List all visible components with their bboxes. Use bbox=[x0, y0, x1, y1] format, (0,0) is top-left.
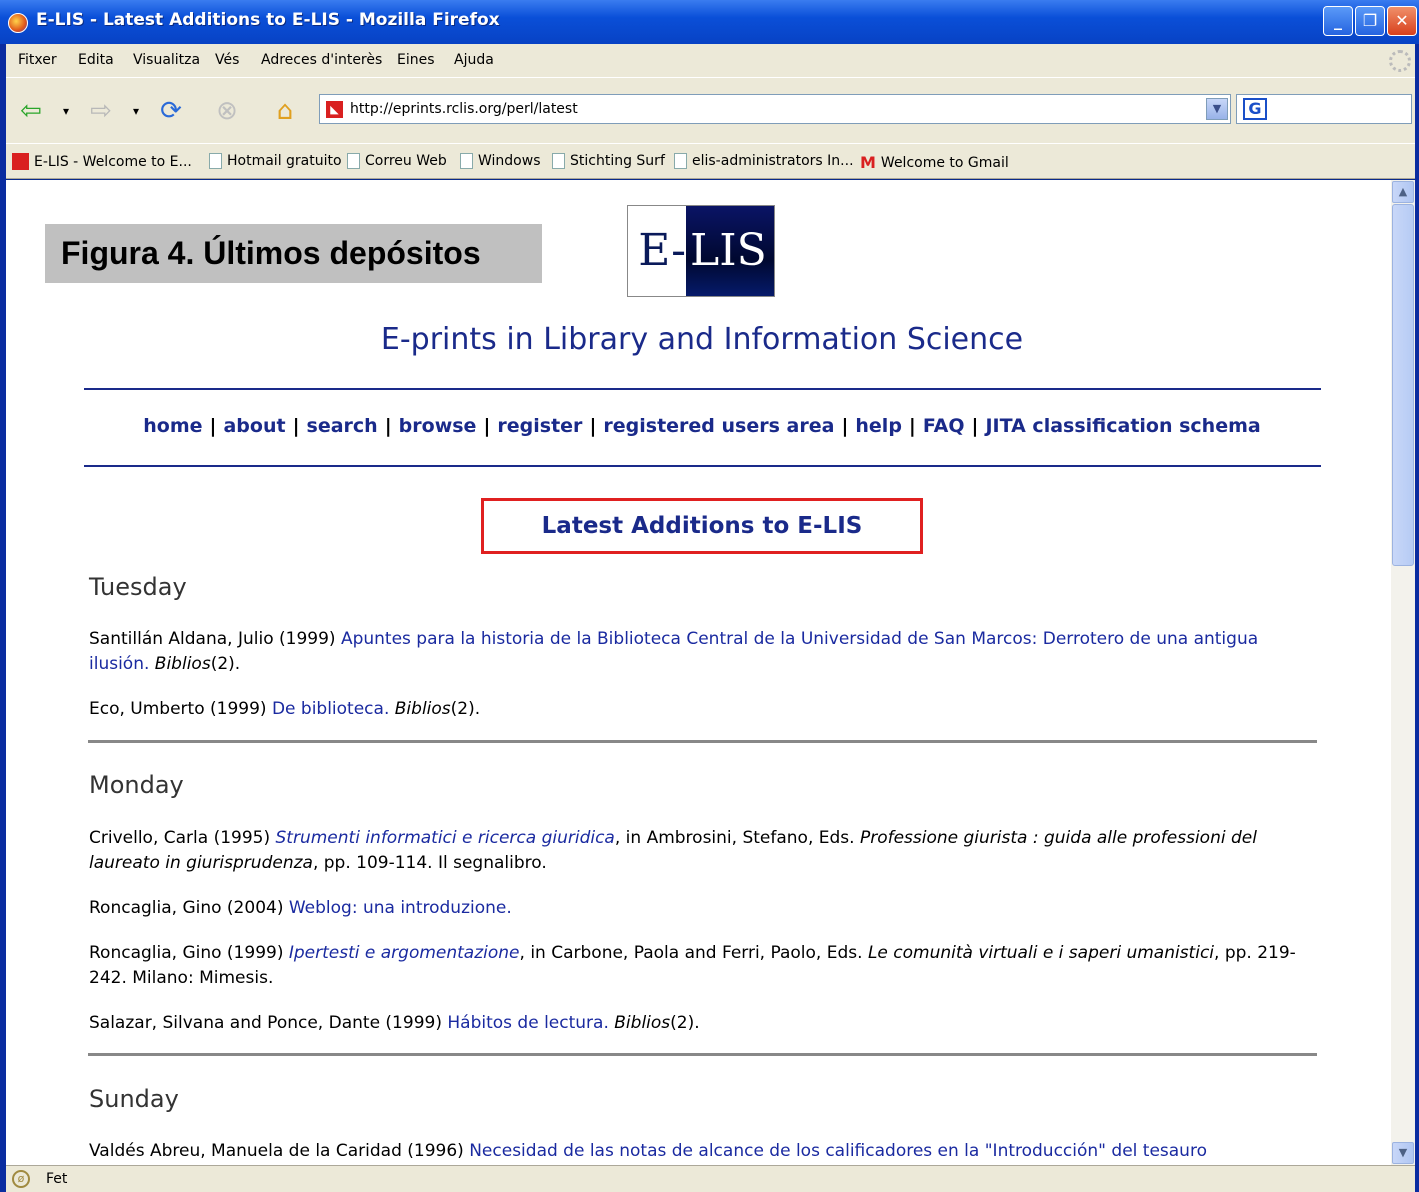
menu-visualitza[interactable]: Visualitza bbox=[133, 52, 200, 68]
entry-link[interactable]: Weblog: una introduzione. bbox=[289, 898, 512, 918]
bookmark-surf[interactable]: Stichting Surf bbox=[552, 153, 665, 169]
scroll-down-icon[interactable]: ▼ bbox=[1392, 1142, 1414, 1164]
forward-dropdown-icon[interactable]: ▾ bbox=[128, 94, 144, 128]
bookmark-hotmail[interactable]: Hotmail gratuito bbox=[209, 153, 342, 169]
gmail-icon: M bbox=[860, 153, 876, 172]
page-icon bbox=[347, 153, 360, 169]
entry-link[interactable]: De biblioteca. bbox=[272, 699, 389, 719]
entry-link[interactable]: Hábitos de lectura. bbox=[447, 1013, 608, 1033]
throbber-icon bbox=[1389, 50, 1411, 72]
list-item: Valdés Abreu, Manuela de la Caridad (199… bbox=[89, 1141, 1207, 1161]
menu-ves[interactable]: Vés bbox=[215, 52, 239, 68]
bookmark-windows[interactable]: Windows bbox=[460, 153, 541, 169]
menu-edita[interactable]: Edita bbox=[78, 52, 114, 68]
nav-registered-users[interactable]: registered users area bbox=[603, 415, 834, 437]
page-heading-box: Latest Additions to E-LIS bbox=[481, 498, 923, 554]
bookmark-gmail[interactable]: M Welcome to Gmail bbox=[860, 153, 1009, 172]
title-bar: E-LIS - Latest Additions to E-LIS - Mozi… bbox=[0, 0, 1419, 44]
google-icon[interactable]: G bbox=[1243, 98, 1267, 120]
nav-browse[interactable]: browse bbox=[399, 415, 477, 437]
nav-search[interactable]: search bbox=[307, 415, 378, 437]
day-heading-tuesday: Tuesday bbox=[89, 573, 187, 601]
url-dropdown-icon[interactable]: ▼ bbox=[1206, 98, 1228, 120]
maximize-button[interactable]: ❐ bbox=[1355, 6, 1385, 36]
entry-link[interactable]: Strumenti informatici e ricerca giuridic… bbox=[276, 828, 615, 848]
reload-icon[interactable]: ⟳ bbox=[154, 94, 188, 128]
back-icon[interactable]: ⇦ bbox=[14, 94, 48, 128]
elis-favicon-icon bbox=[12, 153, 29, 170]
url-input[interactable] bbox=[350, 99, 1190, 119]
bookmark-correu[interactable]: Correu Web bbox=[347, 153, 447, 169]
figure-label: Figura 4. Últimos depósitos bbox=[45, 224, 542, 283]
stop-icon[interactable]: ⊗ bbox=[210, 94, 244, 128]
entry-link[interactable]: Ipertesti e argomentazione bbox=[289, 943, 520, 963]
site-tagline: E-prints in Library and Information Scie… bbox=[380, 322, 1024, 357]
scroll-up-icon[interactable]: ▲ bbox=[1392, 181, 1414, 203]
site-favicon-icon: ◣ bbox=[326, 101, 343, 118]
logo-left-text: E- bbox=[628, 206, 686, 296]
bookmark-elis-admin[interactable]: elis-administrators In... bbox=[674, 153, 854, 169]
bookmark-elis[interactable]: E-LIS - Welcome to E... bbox=[12, 153, 192, 170]
status-icon: ø bbox=[12, 1170, 30, 1188]
menu-fitxer[interactable]: Fitxer bbox=[18, 52, 57, 68]
firefox-icon bbox=[8, 13, 28, 33]
bookmarks-toolbar: E-LIS - Welcome to E... Hotmail gratuito… bbox=[6, 143, 1415, 179]
menu-bar: Fitxer Edita Visualitza Vés Adreces d'in… bbox=[6, 44, 1415, 77]
back-dropdown-icon[interactable]: ▾ bbox=[58, 94, 74, 128]
search-box[interactable]: G bbox=[1236, 94, 1412, 124]
menu-ajuda[interactable]: Ajuda bbox=[454, 52, 494, 68]
list-item: Roncaglia, Gino (2004) Weblog: una intro… bbox=[89, 898, 512, 918]
list-item: Santillán Aldana, Julio (1999) Apuntes p… bbox=[89, 629, 1259, 674]
divider-top bbox=[84, 388, 1321, 390]
elis-logo[interactable]: E- LIS bbox=[627, 205, 775, 297]
home-icon[interactable]: ⌂ bbox=[268, 94, 302, 128]
menu-adreces[interactable]: Adreces d'interès bbox=[261, 52, 382, 68]
nav-help[interactable]: help bbox=[855, 415, 902, 437]
section-divider bbox=[88, 1053, 1317, 1056]
navigation-toolbar: ⇦ ▾ ⇨ ▾ ⟳ ⊗ ⌂ ◣ ▼ G bbox=[6, 77, 1415, 143]
list-item: Crivello, Carla (1995) Strumenti informa… bbox=[89, 828, 1257, 873]
site-nav: home | about | search | browse | register | regist… bbox=[143, 415, 1261, 437]
close-button[interactable]: ✕ bbox=[1387, 6, 1417, 36]
scroll-thumb[interactable] bbox=[1392, 204, 1414, 566]
nav-faq[interactable]: FAQ bbox=[923, 415, 965, 437]
day-heading-sunday: Sunday bbox=[89, 1085, 179, 1113]
nav-home[interactable]: home bbox=[143, 415, 202, 437]
page-title: Latest Additions to E-LIS bbox=[541, 513, 863, 539]
menu-eines[interactable]: Eines bbox=[397, 52, 435, 68]
page-icon bbox=[460, 153, 473, 169]
day-heading-monday: Monday bbox=[89, 771, 184, 799]
vertical-scrollbar[interactable]: ▲ ▼ bbox=[1391, 180, 1415, 1165]
window-title: E-LIS - Latest Additions to E-LIS - Mozi… bbox=[36, 10, 500, 30]
status-bar: ø Fet bbox=[6, 1165, 1415, 1192]
nav-jita[interactable]: JITA classification schema bbox=[985, 415, 1260, 437]
minimize-button[interactable]: _ bbox=[1323, 6, 1353, 36]
forward-icon[interactable]: ⇨ bbox=[84, 94, 118, 128]
nav-about[interactable]: about bbox=[223, 415, 285, 437]
entry-link[interactable]: Necesidad de las notas de alcance de los… bbox=[469, 1141, 1207, 1161]
list-item: Salazar, Silvana and Ponce, Dante (1999)… bbox=[89, 1013, 700, 1033]
divider-bottom bbox=[84, 465, 1321, 467]
address-bar[interactable]: ◣ ▼ bbox=[319, 94, 1231, 124]
page-icon bbox=[552, 153, 565, 169]
section-divider bbox=[88, 740, 1317, 743]
page-content: Figura 4. Últimos depósitos E- LIS E-pri… bbox=[6, 180, 1391, 1165]
list-item: Roncaglia, Gino (1999) Ipertesti e argom… bbox=[89, 943, 1296, 988]
list-item: Eco, Umberto (1999) De biblioteca. Bibli… bbox=[89, 699, 481, 719]
logo-right-text: LIS bbox=[686, 206, 774, 296]
status-text: Fet bbox=[46, 1171, 68, 1187]
page-icon bbox=[209, 153, 222, 169]
page-icon bbox=[674, 153, 687, 169]
nav-register[interactable]: register bbox=[497, 415, 582, 437]
